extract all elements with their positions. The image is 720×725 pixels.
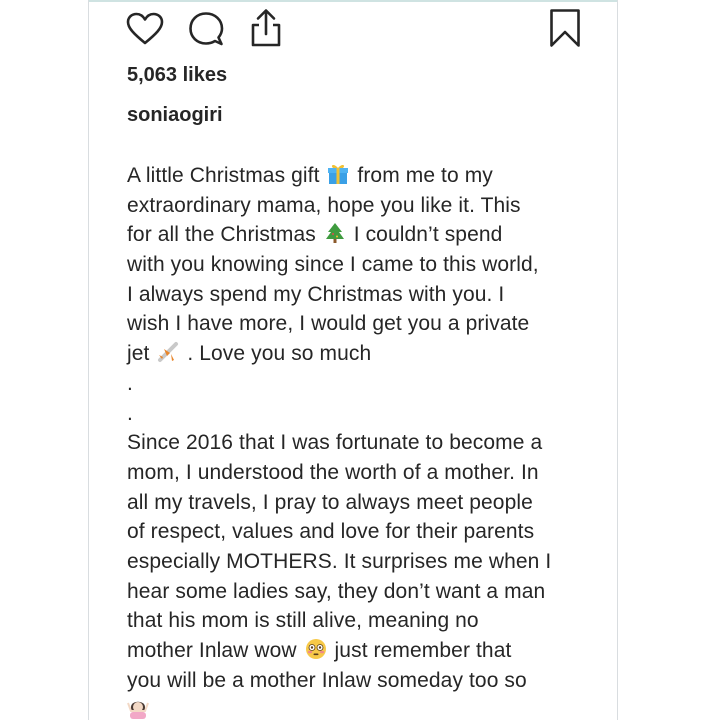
- caption-text: from me to my: [357, 164, 493, 187]
- caption-line: .: [127, 371, 133, 395]
- christmas-tree-icon: [325, 223, 344, 244]
- caption-line: .: [127, 401, 133, 425]
- bookmark-icon[interactable]: [549, 8, 581, 48]
- caption-line: with you knowing since I came to this wo…: [127, 253, 539, 277]
- caption-line: you will be a mother Inlaw someday too s…: [127, 668, 527, 692]
- caption-line: extraordinary mama, hope you like it. Th…: [127, 193, 521, 217]
- share-icon[interactable]: [248, 8, 284, 48]
- post-username[interactable]: soniaogiri: [127, 104, 223, 127]
- gift-icon: [328, 164, 349, 184]
- caption-line: for all the Christmas I couldn’t spend: [127, 220, 597, 250]
- caption-line: mom, I understood the worth of a mother.…: [127, 460, 539, 484]
- caption-text: just remember that: [334, 639, 512, 662]
- woman-shrugging-icon: [127, 702, 149, 720]
- likes-count[interactable]: 5,063 likes: [127, 64, 227, 87]
- post-caption: A little Christmas gift from me to my ex…: [127, 161, 597, 725]
- caption-line: I always spend my Christmas with you. I: [127, 282, 505, 306]
- airplane-icon: [158, 342, 179, 363]
- caption-text: . Love you so much: [187, 342, 372, 366]
- caption-line: hear some ladies say, they don’t want a …: [127, 579, 546, 603]
- caption-line: mother Inlaw wow just remember that: [127, 636, 597, 666]
- flushed-face-icon: [305, 639, 326, 659]
- caption-line: especially MOTHERS. It surprises me when…: [127, 549, 552, 573]
- comment-icon[interactable]: [188, 11, 224, 47]
- caption-line: A little Christmas gift from me to my: [127, 161, 597, 191]
- post-action-bar: [124, 8, 584, 50]
- caption-text: for all the Christmas: [127, 223, 316, 247]
- caption-text: jet: [127, 342, 150, 366]
- caption-text: A little Christmas gift: [127, 164, 320, 187]
- caption-line: Since 2016 that I was fortunate to becom…: [127, 431, 543, 455]
- caption-line: wish I have more, I would get you a priv…: [127, 312, 530, 336]
- caption-text: I couldn’t spend: [353, 223, 503, 247]
- caption-line: jet . Love you so much: [127, 339, 597, 369]
- caption-line: all my travels, I pray to always meet pe…: [127, 490, 533, 514]
- caption-line: that his mom is still alive, meaning no: [127, 609, 479, 633]
- caption-line: [127, 695, 597, 725]
- caption-line: of respect, values and love for their pa…: [127, 520, 535, 544]
- heart-icon[interactable]: [126, 12, 164, 46]
- caption-text: mother Inlaw wow: [127, 639, 297, 662]
